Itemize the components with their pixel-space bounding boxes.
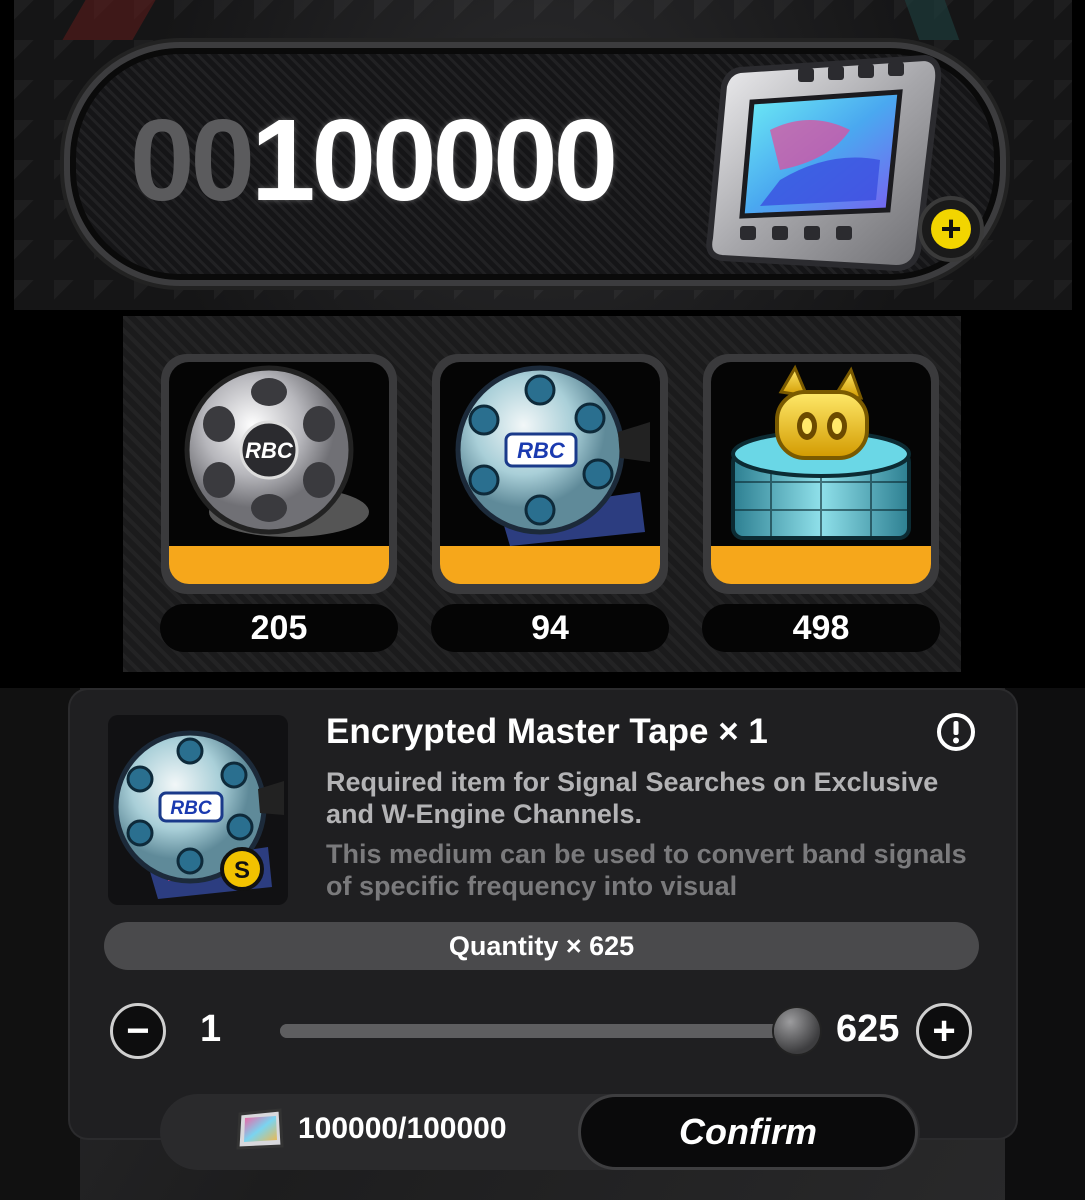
plus-icon: + [931, 209, 971, 249]
dialog-item-image: RBC S [108, 715, 288, 905]
slider-fill [280, 1024, 812, 1038]
cost-amount: 100000/100000 [298, 1112, 507, 1145]
inventory-panel: RBC 205 RBC 94 498 [123, 316, 961, 672]
info-icon[interactable] [936, 712, 976, 752]
background-decoration [0, 688, 80, 1200]
film-ticket-icon [706, 54, 942, 272]
rarity-bar [440, 546, 660, 584]
rarity-bar [711, 546, 931, 584]
item-image [711, 362, 931, 546]
confirm-button[interactable]: Confirm [578, 1094, 918, 1170]
item-count: 205 [160, 604, 398, 652]
quantity-label: Quantity × 625 [104, 922, 979, 970]
item-image: RBC [169, 362, 389, 546]
encrypted-master-tape-icon: RBC [455, 365, 650, 546]
quantity-max: 625 [836, 1008, 900, 1050]
item-count: 498 [702, 604, 940, 652]
slider-thumb[interactable] [774, 1008, 820, 1054]
decrease-quantity-button[interactable]: − [110, 1003, 166, 1059]
background-decoration [62, 0, 156, 40]
currency-value: 100000 [251, 95, 618, 225]
currency-amount: 00100000 [130, 100, 618, 220]
rarity-bar [169, 546, 389, 584]
item-count: 94 [431, 604, 669, 652]
item-card-master-tape[interactable]: RBC [432, 354, 668, 594]
silver-film-reel-icon: RBC [184, 365, 369, 537]
item-description-secondary: This medium can be used to convert band … [326, 839, 967, 901]
svg-text:RBC: RBC [170, 798, 211, 819]
increase-quantity-button[interactable]: + [916, 1003, 972, 1059]
encrypted-master-tape-icon: RBC S [113, 730, 284, 899]
item-title: Encrypted Master Tape × 1 [326, 712, 768, 751]
bangboo-signal-icon [731, 364, 911, 540]
quantity-min: 1 [200, 1008, 222, 1050]
svg-text:RBC: RBC [517, 438, 566, 463]
item-description-primary: Required item for Signal Searches on Exc… [326, 767, 939, 829]
item-card-bangboo[interactable] [703, 354, 939, 594]
film-ticket-icon [236, 1108, 284, 1150]
currency-leading-zeros: 00 [130, 95, 255, 225]
item-image: RBC [440, 362, 660, 546]
plus-icon: + [932, 1009, 956, 1053]
minus-icon: − [126, 1009, 150, 1053]
item-card-silver-reel[interactable]: RBC [161, 354, 397, 594]
add-currency-button[interactable]: + [918, 196, 984, 262]
svg-text:S: S [234, 857, 250, 884]
background-decoration [1005, 688, 1085, 1200]
quantity-slider[interactable] [280, 1024, 812, 1038]
background-decoration [904, 0, 960, 40]
svg-text:RBC: RBC [245, 438, 294, 463]
